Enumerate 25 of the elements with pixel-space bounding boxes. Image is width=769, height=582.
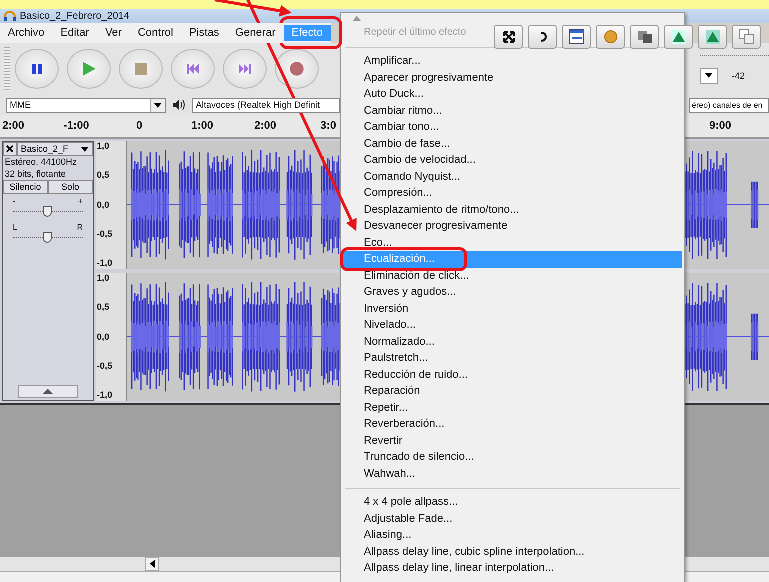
- ruler-label: 9:00: [708, 120, 733, 132]
- scale-label: -1,0: [96, 390, 114, 401]
- pan-right-label: R: [77, 224, 83, 232]
- scale-label: 0,0: [96, 200, 110, 210]
- window-title: Basico_2_Febrero_2014: [20, 10, 130, 22]
- pan-left-label: L: [13, 224, 18, 232]
- scale-label: -0,5: [96, 360, 114, 372]
- scale-label: -0,5: [96, 228, 114, 240]
- track-info: Estéreo, 44100Hz: [4, 156, 78, 168]
- gain-plus-label: +: [78, 198, 83, 206]
- meter-tick: -42: [732, 70, 745, 80]
- scale-label: 1,0: [96, 273, 110, 284]
- track-info: 32 bits, flotante: [4, 168, 68, 180]
- ruler-label: 0: [135, 120, 144, 132]
- scale-label: 1,0: [96, 141, 110, 152]
- scale-label: -1,0: [96, 258, 114, 269]
- scale-label: 0,0: [96, 332, 110, 342]
- gain-minus-label: -: [13, 198, 16, 206]
- ruler-label: 3:0: [320, 120, 338, 132]
- ruler-label: -1:00: [62, 120, 90, 132]
- scale-label: 0,5: [96, 170, 110, 182]
- ruler-label: 2:00: [1, 120, 26, 132]
- scale-label: 0,5: [96, 302, 110, 314]
- ruler-label: 1:00: [190, 120, 215, 132]
- ruler-label: 2:00: [253, 120, 278, 132]
